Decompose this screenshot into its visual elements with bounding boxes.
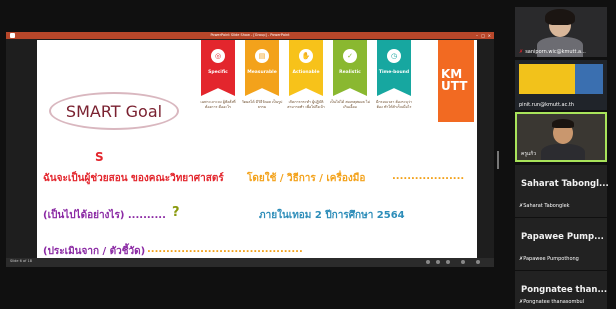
participant-display-name: Saharat Tabongl...	[521, 179, 609, 189]
participant-hair	[552, 119, 574, 128]
pdpa-slide-thumbnail	[519, 64, 575, 94]
logo-text: KM UTT	[441, 67, 468, 93]
participant-video-1[interactable]: ✗ saniporn.wic@kmutt.a...	[515, 7, 607, 57]
powerpoint-title-bar: PowerPoint Slide Show - [Group] - PowerP…	[6, 32, 494, 39]
card-label: Realistic	[339, 70, 361, 75]
participant-name: ✗Papawee Pumpothong	[519, 256, 579, 262]
card-label: Specific	[208, 70, 228, 75]
feasibility-prompt: (เป็นไปได้อย่างไร) ..........	[43, 210, 166, 221]
card-label: Measurable	[247, 70, 277, 75]
slide-canvas: SMART Goal ◎ Specific เฉพาะเจาะจง ผู้ฟัง…	[37, 40, 477, 258]
card-time-bound: ◷ Time-bound มีกรอบเวลา ต้องระบุว่าต้อง …	[376, 40, 412, 109]
card-measurable: ▤ Measurable วัดผลได้ มีวิธีวัดผล เป็นรู…	[242, 40, 282, 109]
card-realistic: ✓ Realistic เป็นไปได้ สมเหตุสมผล ไม่เกิน…	[330, 40, 370, 109]
panel-resize-handle[interactable]	[497, 151, 499, 169]
participant-name: ✗Pongnatee thanasombul	[519, 299, 585, 305]
card-description: เกิดการกระทำ ผู้ปฏิบัติสามารถทำ เพื่อไปถ…	[287, 100, 325, 109]
card-label: Actionable	[292, 70, 320, 75]
participant-video-3-active-speaker[interactable]: ครูแก้ว	[515, 112, 607, 162]
timeframe-text: ภายในเทอม 2 ปีการศึกษา 2564	[259, 210, 405, 221]
zoom-icon[interactable]	[476, 260, 480, 264]
card-actionable: ✋ Actionable เกิดการกระทำ ผู้ปฏิบัติสามา…	[287, 40, 325, 109]
participant-video-2[interactable]: pinit.run@kmutt.ac.th	[515, 60, 607, 110]
meeting-stage: PowerPoint Slide Show - [Group] - PowerP…	[0, 0, 616, 309]
close-icon[interactable]: ×	[488, 32, 491, 39]
card-description: เฉพาะเจาะจง ผู้ฟังสั่งที่ต้องการ คืออะไร	[200, 100, 236, 109]
card-description: วัดผลได้ มีวิธีวัดผล เป็นรูปธรรม	[241, 100, 283, 109]
card-specific: ◎ Specific เฉพาะเจาะจง ผู้ฟังสั่งที่ต้อง…	[200, 40, 236, 109]
maximize-icon[interactable]: □	[481, 32, 485, 39]
kmutt-logo: KM UTT	[438, 40, 474, 122]
participant-name: ครูแก้ว	[521, 151, 537, 157]
clock-icon: ◷	[387, 49, 401, 63]
method-prompt: โดยใช้ / วิธีการ / เครื่องมือ	[247, 173, 366, 184]
participant-name-tile-3[interactable]: Pongnatee than... ✗Pongnatee thanasombul	[515, 271, 607, 309]
participant-display-name: Papawee Pump...	[521, 232, 604, 242]
participant-name: ✗Saharat Tabonglek	[519, 203, 570, 209]
slide-sorter-icon[interactable]	[446, 260, 450, 264]
participant-name-tile-1[interactable]: Saharat Tabongl... ✗Saharat Tabonglek	[515, 165, 609, 217]
reading-view-icon[interactable]	[461, 260, 465, 264]
s-heading: S	[95, 150, 104, 164]
participant-name: pinit.run@kmutt.ac.th	[519, 102, 575, 108]
pdpa-slide-graphic	[575, 64, 603, 94]
window-title: PowerPoint Slide Show - [Group] - PowerP…	[210, 33, 290, 37]
card-description: เป็นไปได้ สมเหตุสมผล ไม่เกินเอื้อม	[329, 100, 371, 109]
mic-muted-icon: ✗	[519, 49, 524, 55]
shared-screen-powerpoint: PowerPoint Slide Show - [Group] - PowerP…	[6, 32, 494, 267]
participant-name: ✗ saniporn.wic@kmutt.a...	[519, 49, 586, 55]
slide-counter: Slide 6 of 18	[10, 259, 32, 263]
evaluation-prompt: (ประเมินจาก / ตัวชี้วัด)	[43, 246, 146, 257]
check-icon: ✓	[343, 49, 357, 63]
participant-hair	[545, 9, 575, 25]
participant-name-tile-2[interactable]: Papawee Pump... ✗Papawee Pumpothong	[515, 218, 607, 270]
statement-line-1: ฉันจะเป็นผู้ช่วยสอน ของคณะวิทยาศาสตร์	[43, 173, 224, 184]
card-label: Time-bound	[378, 70, 410, 75]
hand-icon: ✋	[299, 49, 313, 63]
participant-body	[541, 144, 585, 160]
participant-display-name: Pongnatee than...	[521, 285, 608, 295]
smart-goal-oval: SMART Goal	[49, 92, 179, 130]
prev-slide-icon[interactable]	[426, 260, 430, 264]
card-description: มีกรอบเวลา ต้องระบุว่าต้อง ทำให้สำเร็จเม…	[376, 100, 412, 109]
slideshow-status-bar: Slide 6 of 18	[6, 258, 494, 267]
next-slide-icon[interactable]	[436, 260, 440, 264]
blank-dots: ...................	[392, 171, 465, 182]
target-icon: ◎	[211, 49, 225, 63]
blank-dots: ........................................…	[147, 244, 303, 255]
minimize-icon[interactable]: –	[476, 32, 478, 39]
question-mark: ?	[172, 205, 180, 220]
smart-goal-label: SMART Goal	[65, 102, 163, 121]
ruler-icon: ▤	[255, 49, 269, 63]
